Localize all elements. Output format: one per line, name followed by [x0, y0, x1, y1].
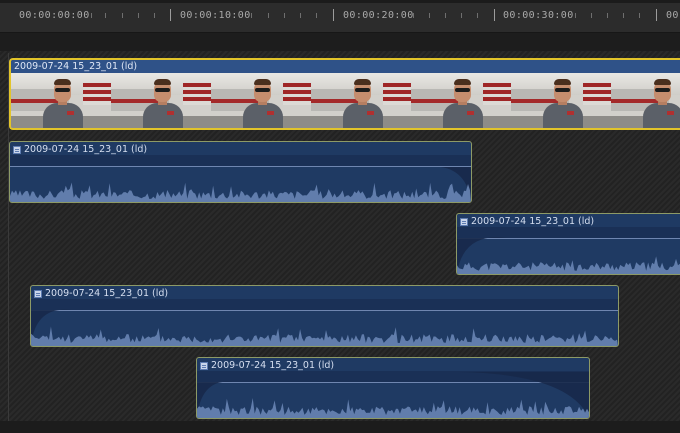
audio-waveform [457, 240, 680, 274]
ruler-timecode-20: 00:00:20:00 [343, 10, 414, 21]
volume-level-line[interactable] [31, 310, 618, 311]
video-thumbnail [11, 73, 111, 128]
filmstrip-icon [200, 361, 208, 370]
video-thumbnail [211, 73, 311, 128]
ruler-tick-minor [316, 13, 317, 18]
audio-waveform [31, 312, 618, 346]
ruler-tick-minor [91, 13, 92, 18]
video-thumbnail [611, 73, 680, 128]
audio-clip-3[interactable]: 2009-07-24 15_23_01 (ld) [30, 285, 619, 347]
audio-clip-1[interactable]: 2009-07-24 15_23_01 (ld) [9, 141, 472, 203]
video-thumbnail-strip [11, 73, 680, 128]
volume-level-line[interactable] [10, 166, 471, 167]
ruler-timecode-10: 00:00:10:00 [180, 10, 251, 21]
audio-clip-4[interactable]: 2009-07-24 15_23_01 (ld) [196, 357, 590, 419]
ruler-tick-20 [333, 9, 334, 21]
ruler-tick-minor [122, 13, 123, 18]
ruler-tick-minor [268, 13, 269, 18]
audio-clip-header-fill [31, 299, 618, 310]
ruler-timecode-40: 00 [666, 10, 679, 21]
audio-clip-header-fill [10, 155, 471, 166]
audio-clip-label: 2009-07-24 15_23_01 (ld) [13, 144, 147, 155]
ruler-tick-minor [591, 13, 592, 18]
audio-waveform [197, 384, 589, 418]
video-thumbnail [411, 73, 511, 128]
ruler-tick-30 [494, 9, 495, 21]
ruler-tick-minor [154, 13, 155, 18]
ruler-tick-minor [575, 13, 576, 18]
timeline-top-band [0, 33, 680, 51]
video-clip-selected[interactable]: 2009-07-24 15_23_01 (ld) [9, 58, 680, 130]
video-thumbnail [311, 73, 411, 128]
video-thumbnail [111, 73, 211, 128]
ruler-top-border [0, 0, 680, 3]
timeline-bottom-band [0, 421, 680, 433]
ruler-timecode-30: 00:00:30:00 [503, 10, 574, 21]
ruler-tick-minor [251, 13, 252, 18]
ruler-tick-minor [284, 13, 285, 18]
ruler-tick-minor [138, 13, 139, 18]
timeline-ruler[interactable]: 00:00:00:00 00:00:10:00 00:00:20:00 00:0… [0, 0, 680, 33]
video-thumbnail [511, 73, 611, 128]
ruler-tick-minor [105, 13, 106, 18]
audio-clip-2[interactable]: 2009-07-24 15_23_01 (ld) [456, 213, 680, 275]
ruler-tick-minor [477, 13, 478, 18]
ruler-tick-minor [413, 13, 414, 18]
ruler-tick-minor [445, 13, 446, 18]
audio-clip-name: 2009-07-24 15_23_01 (ld) [24, 144, 148, 155]
ruler-tick-10 [170, 9, 171, 21]
timeline-track-area[interactable]: 2009-07-24 15_23_01 (ld) 2009-07-24 15_2… [0, 33, 680, 433]
ruler-tick-minor [429, 13, 430, 18]
ruler-tick-minor [639, 13, 640, 18]
ruler-tick-minor [461, 13, 462, 18]
audio-waveform [10, 168, 471, 202]
filmstrip-icon [460, 217, 468, 226]
ruler-tick-minor [623, 13, 624, 18]
ruler-tick-40 [656, 9, 657, 21]
ruler-timecode-0: 00:00:00:00 [19, 10, 90, 21]
filmstrip-icon [34, 289, 42, 298]
ruler-tick-minor [607, 13, 608, 18]
video-clip-name: 2009-07-24 15_23_01 (ld) [14, 61, 138, 72]
ruler-tick-minor [300, 13, 301, 18]
filmstrip-icon [13, 145, 21, 154]
